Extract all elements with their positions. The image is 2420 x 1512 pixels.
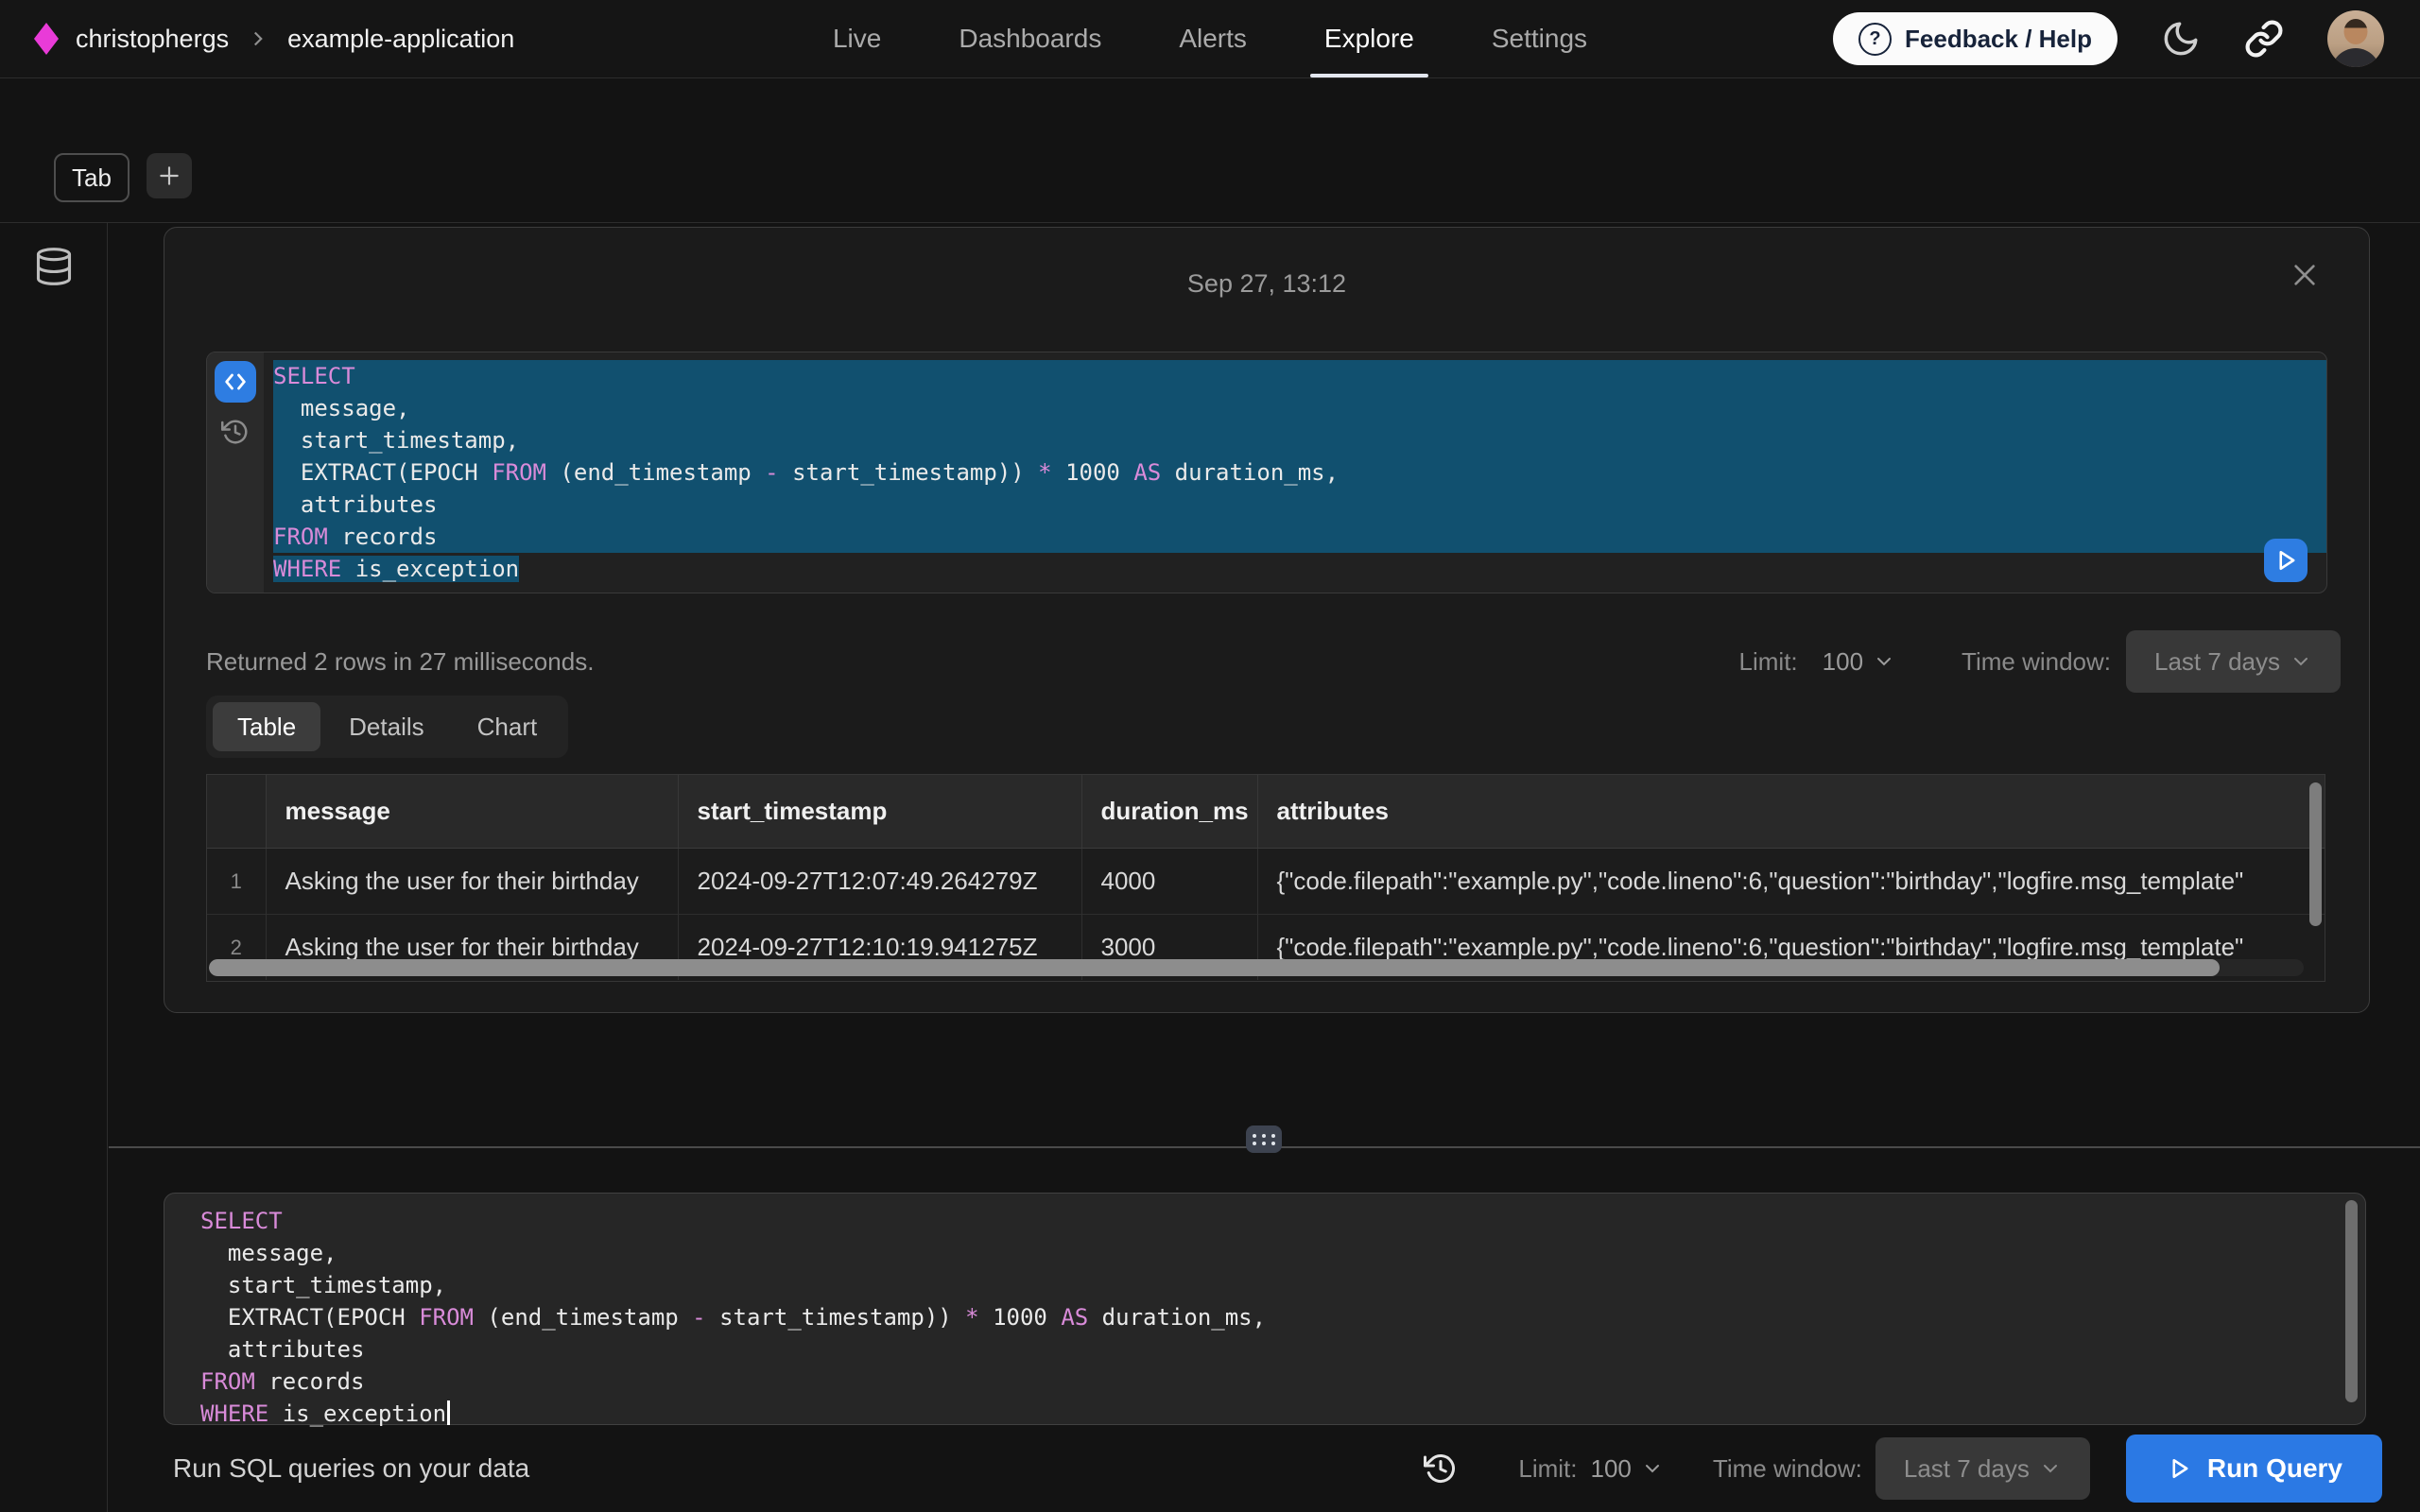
editor-hint: Run SQL queries on your data: [173, 1453, 529, 1484]
chevron-right-icon: [246, 26, 270, 51]
code-line: FROM records: [273, 521, 2326, 553]
result-view-tabs: TableDetailsChart: [206, 696, 568, 758]
database-schema-icon[interactable]: [33, 246, 75, 287]
run-query-button[interactable]: Run Query: [2126, 1435, 2382, 1503]
breadcrumb-project[interactable]: example-application: [287, 25, 514, 54]
question-circle-icon: ?: [1858, 23, 1892, 56]
column-header-attributes: attributes: [1257, 775, 2325, 849]
code-line: FROM records: [200, 1366, 2365, 1398]
executed-sql-block: SELECT message, start_timestamp, EXTRACT…: [206, 352, 2327, 593]
limit-label: Limit:: [1739, 647, 1798, 677]
view-tab-table[interactable]: Table: [213, 702, 320, 751]
column-header-duration_ms: duration_ms: [1081, 775, 1257, 849]
code-line: SELECT: [273, 360, 2326, 392]
results-table: messagestart_timestampduration_msattribu…: [207, 775, 2325, 980]
table-cell: 2024-09-27T12:07:49.264279Z: [678, 849, 1081, 915]
chevron-down-icon: [2039, 1457, 2062, 1480]
nav-right-cluster: ? Feedback / Help: [1833, 0, 2384, 77]
column-header-start_timestamp: start_timestamp: [678, 775, 1081, 849]
nav-item-alerts[interactable]: Alerts: [1165, 0, 1261, 77]
code-mode-icon[interactable]: [215, 361, 256, 403]
time-window-label: Time window:: [1962, 647, 2111, 677]
code-line: attributes: [200, 1333, 2365, 1366]
limit-dropdown[interactable]: 100: [1823, 647, 1895, 677]
limit-label: Limit:: [1518, 1454, 1577, 1484]
breadcrumb-org[interactable]: christophergs: [76, 25, 229, 54]
code-line: message,: [200, 1237, 2365, 1269]
chevron-down-icon: [1873, 650, 1895, 673]
splitter-drag-handle[interactable]: [1246, 1125, 1282, 1153]
time-window-dropdown[interactable]: Last 7 days: [1876, 1437, 2090, 1500]
logfire-logo-icon[interactable]: [34, 23, 59, 55]
query-timestamp: Sep 27, 13:12: [164, 269, 2369, 299]
nav-item-explore[interactable]: Explore: [1310, 0, 1428, 77]
query-history-icon[interactable]: [221, 418, 250, 446]
editor-footer-bar: Run SQL queries on your data Limit: 100 …: [109, 1425, 2420, 1512]
code-line: EXTRACT(EPOCH FROM (end_timestamp - star…: [273, 456, 2326, 489]
code-line: WHERE is_exception: [273, 553, 2326, 585]
chevron-down-icon: [1641, 1457, 1664, 1480]
code-line: attributes: [273, 489, 2326, 521]
sql-gutter: [207, 352, 264, 593]
share-link-icon[interactable]: [2244, 19, 2284, 59]
close-card-icon[interactable]: [2290, 260, 2320, 290]
user-avatar[interactable]: [2327, 10, 2384, 67]
nav-item-live[interactable]: Live: [819, 0, 895, 77]
top-navbar: christophergs example-application Live Da…: [0, 0, 2420, 78]
code-line: EXTRACT(EPOCH FROM (end_timestamp - star…: [200, 1301, 2365, 1333]
view-tab-details[interactable]: Details: [324, 702, 448, 751]
view-tab-chart[interactable]: Chart: [453, 702, 562, 751]
explore-tab-bar: Tab: [54, 153, 192, 202]
sql-editor[interactable]: SELECT message, start_timestamp, EXTRACT…: [164, 1193, 2366, 1425]
query-history-icon[interactable]: [1424, 1452, 1458, 1486]
primary-nav: Live Dashboards Alerts Explore Settings: [819, 0, 1601, 77]
table-row[interactable]: 1Asking the user for their birthday2024-…: [207, 849, 2325, 915]
left-sidebar: [0, 223, 108, 1512]
code-line: start_timestamp,: [273, 424, 2326, 456]
table-horizontal-scrollbar[interactable]: [209, 959, 2304, 976]
executed-sql-editor[interactable]: SELECT message, start_timestamp, EXTRACT…: [264, 352, 2326, 593]
table-vertical-scrollbar[interactable]: [2309, 782, 2322, 926]
query-tab[interactable]: Tab: [54, 153, 130, 202]
main-area: Sep 27, 13:12 SELECT message, start_time…: [109, 223, 2420, 1512]
table-cell: 4000: [1081, 849, 1257, 915]
dark-mode-moon-icon[interactable]: [2161, 19, 2201, 59]
table-cell: {"code.filepath":"example.py","code.line…: [1257, 849, 2325, 915]
code-line: SELECT: [200, 1205, 2365, 1237]
editor-vertical-scrollbar[interactable]: [2345, 1200, 2358, 1402]
rerun-query-icon[interactable]: [2264, 539, 2308, 582]
play-icon: [2166, 1455, 2192, 1482]
text-cursor: [447, 1400, 450, 1425]
query-result-card: Sep 27, 13:12 SELECT message, start_time…: [164, 227, 2370, 1013]
time-window-label: Time window:: [1713, 1454, 1862, 1484]
time-window-dropdown[interactable]: Last 7 days: [2126, 630, 2341, 693]
result-status-row: Returned 2 rows in 27 milliseconds. Limi…: [206, 630, 2341, 693]
add-tab-button[interactable]: [147, 153, 192, 198]
code-line: message,: [273, 392, 2326, 424]
code-line: start_timestamp,: [200, 1269, 2365, 1301]
row-number: 1: [207, 849, 266, 915]
results-table-container: messagestart_timestampduration_msattribu…: [206, 774, 2325, 982]
chevron-down-icon: [2290, 650, 2312, 673]
row-number-header: [207, 775, 266, 849]
limit-dropdown[interactable]: 100: [1591, 1454, 1664, 1484]
table-cell: Asking the user for their birthday: [266, 849, 678, 915]
breadcrumb: christophergs example-application: [34, 0, 514, 77]
nav-item-settings[interactable]: Settings: [1478, 0, 1601, 77]
feedback-help-button[interactable]: ? Feedback / Help: [1833, 12, 2118, 65]
nav-item-dashboards[interactable]: Dashboards: [944, 0, 1115, 77]
result-status: Returned 2 rows in 27 milliseconds.: [206, 647, 594, 677]
column-header-message: message: [266, 775, 678, 849]
feedback-help-label: Feedback / Help: [1905, 25, 2092, 54]
